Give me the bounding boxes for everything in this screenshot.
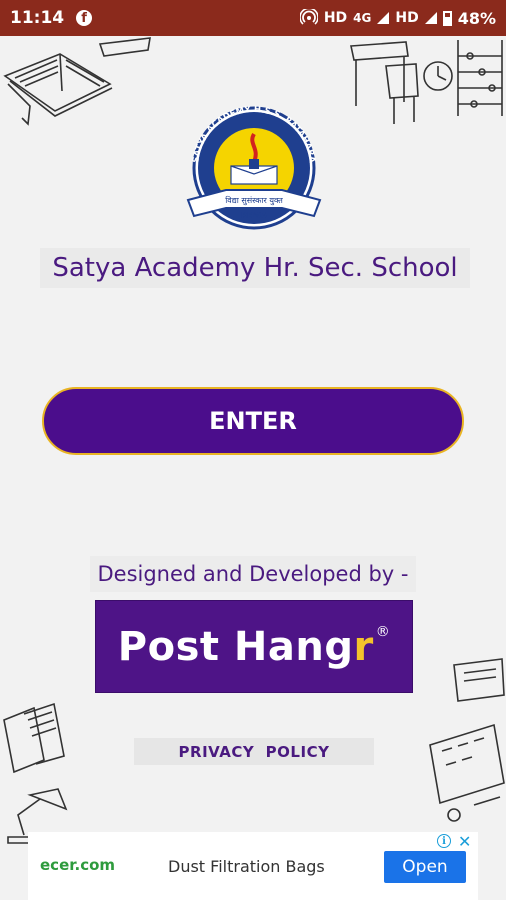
registered-mark: ® bbox=[375, 623, 391, 640]
ad-open-button[interactable]: Open bbox=[384, 851, 466, 883]
status-indicators: HD 4G HD 48% bbox=[299, 8, 496, 28]
brand-main-text: Post Hang bbox=[117, 623, 354, 670]
developer-brand-logo[interactable]: Post Hangr ® bbox=[95, 600, 413, 693]
facebook-icon: f bbox=[76, 10, 93, 26]
ad-title: Dust Filtration Bags bbox=[168, 857, 325, 876]
logo-banner-text: विद्या सुसंस्कार युक्त bbox=[225, 195, 283, 206]
ad-advertiser-logo: ecer.com bbox=[40, 856, 116, 874]
signal-icon bbox=[377, 12, 390, 24]
network-hd-label: HD bbox=[323, 10, 348, 26]
signal-icon-2 bbox=[424, 12, 437, 24]
network-hd2-label: HD bbox=[395, 10, 419, 26]
school-name-title: Satya Academy Hr. Sec. School bbox=[40, 248, 470, 288]
brand-wordmark: Post Hangr ® bbox=[118, 624, 390, 670]
ad-close-icon[interactable]: ✕ bbox=[458, 832, 471, 851]
brand-accent-letter: r bbox=[353, 623, 374, 670]
ad-info-icon[interactable]: i bbox=[437, 834, 451, 848]
ad-banner[interactable]: ecer.com Dust Filtration Bags Open i ✕ bbox=[28, 832, 478, 900]
network-4g-label: 4G bbox=[353, 11, 372, 25]
hotspot-icon bbox=[299, 9, 318, 25]
status-time: 11:14 bbox=[10, 8, 65, 28]
school-logo: SATYA ACADEMY H.S.S. RATAHARA विद्या सुस… bbox=[186, 105, 322, 230]
status-bar: 11:14 f HD 4G HD 48% bbox=[0, 0, 506, 36]
battery-percent: 48% bbox=[457, 8, 496, 28]
enter-button[interactable]: ENTER bbox=[42, 387, 464, 455]
notebooks-doodle-icon bbox=[3, 702, 65, 774]
open-book-doodle-icon bbox=[3, 37, 151, 126]
scale-calculator-doodle-icon bbox=[429, 658, 505, 822]
logo-city-text: REWA bbox=[241, 211, 268, 220]
battery-icon bbox=[442, 10, 452, 26]
privacy-policy-link[interactable]: PRIVACY POLICY bbox=[134, 738, 374, 765]
classroom-doodle-icon bbox=[350, 40, 503, 124]
designed-by-label: Designed and Developed by - bbox=[90, 556, 416, 592]
